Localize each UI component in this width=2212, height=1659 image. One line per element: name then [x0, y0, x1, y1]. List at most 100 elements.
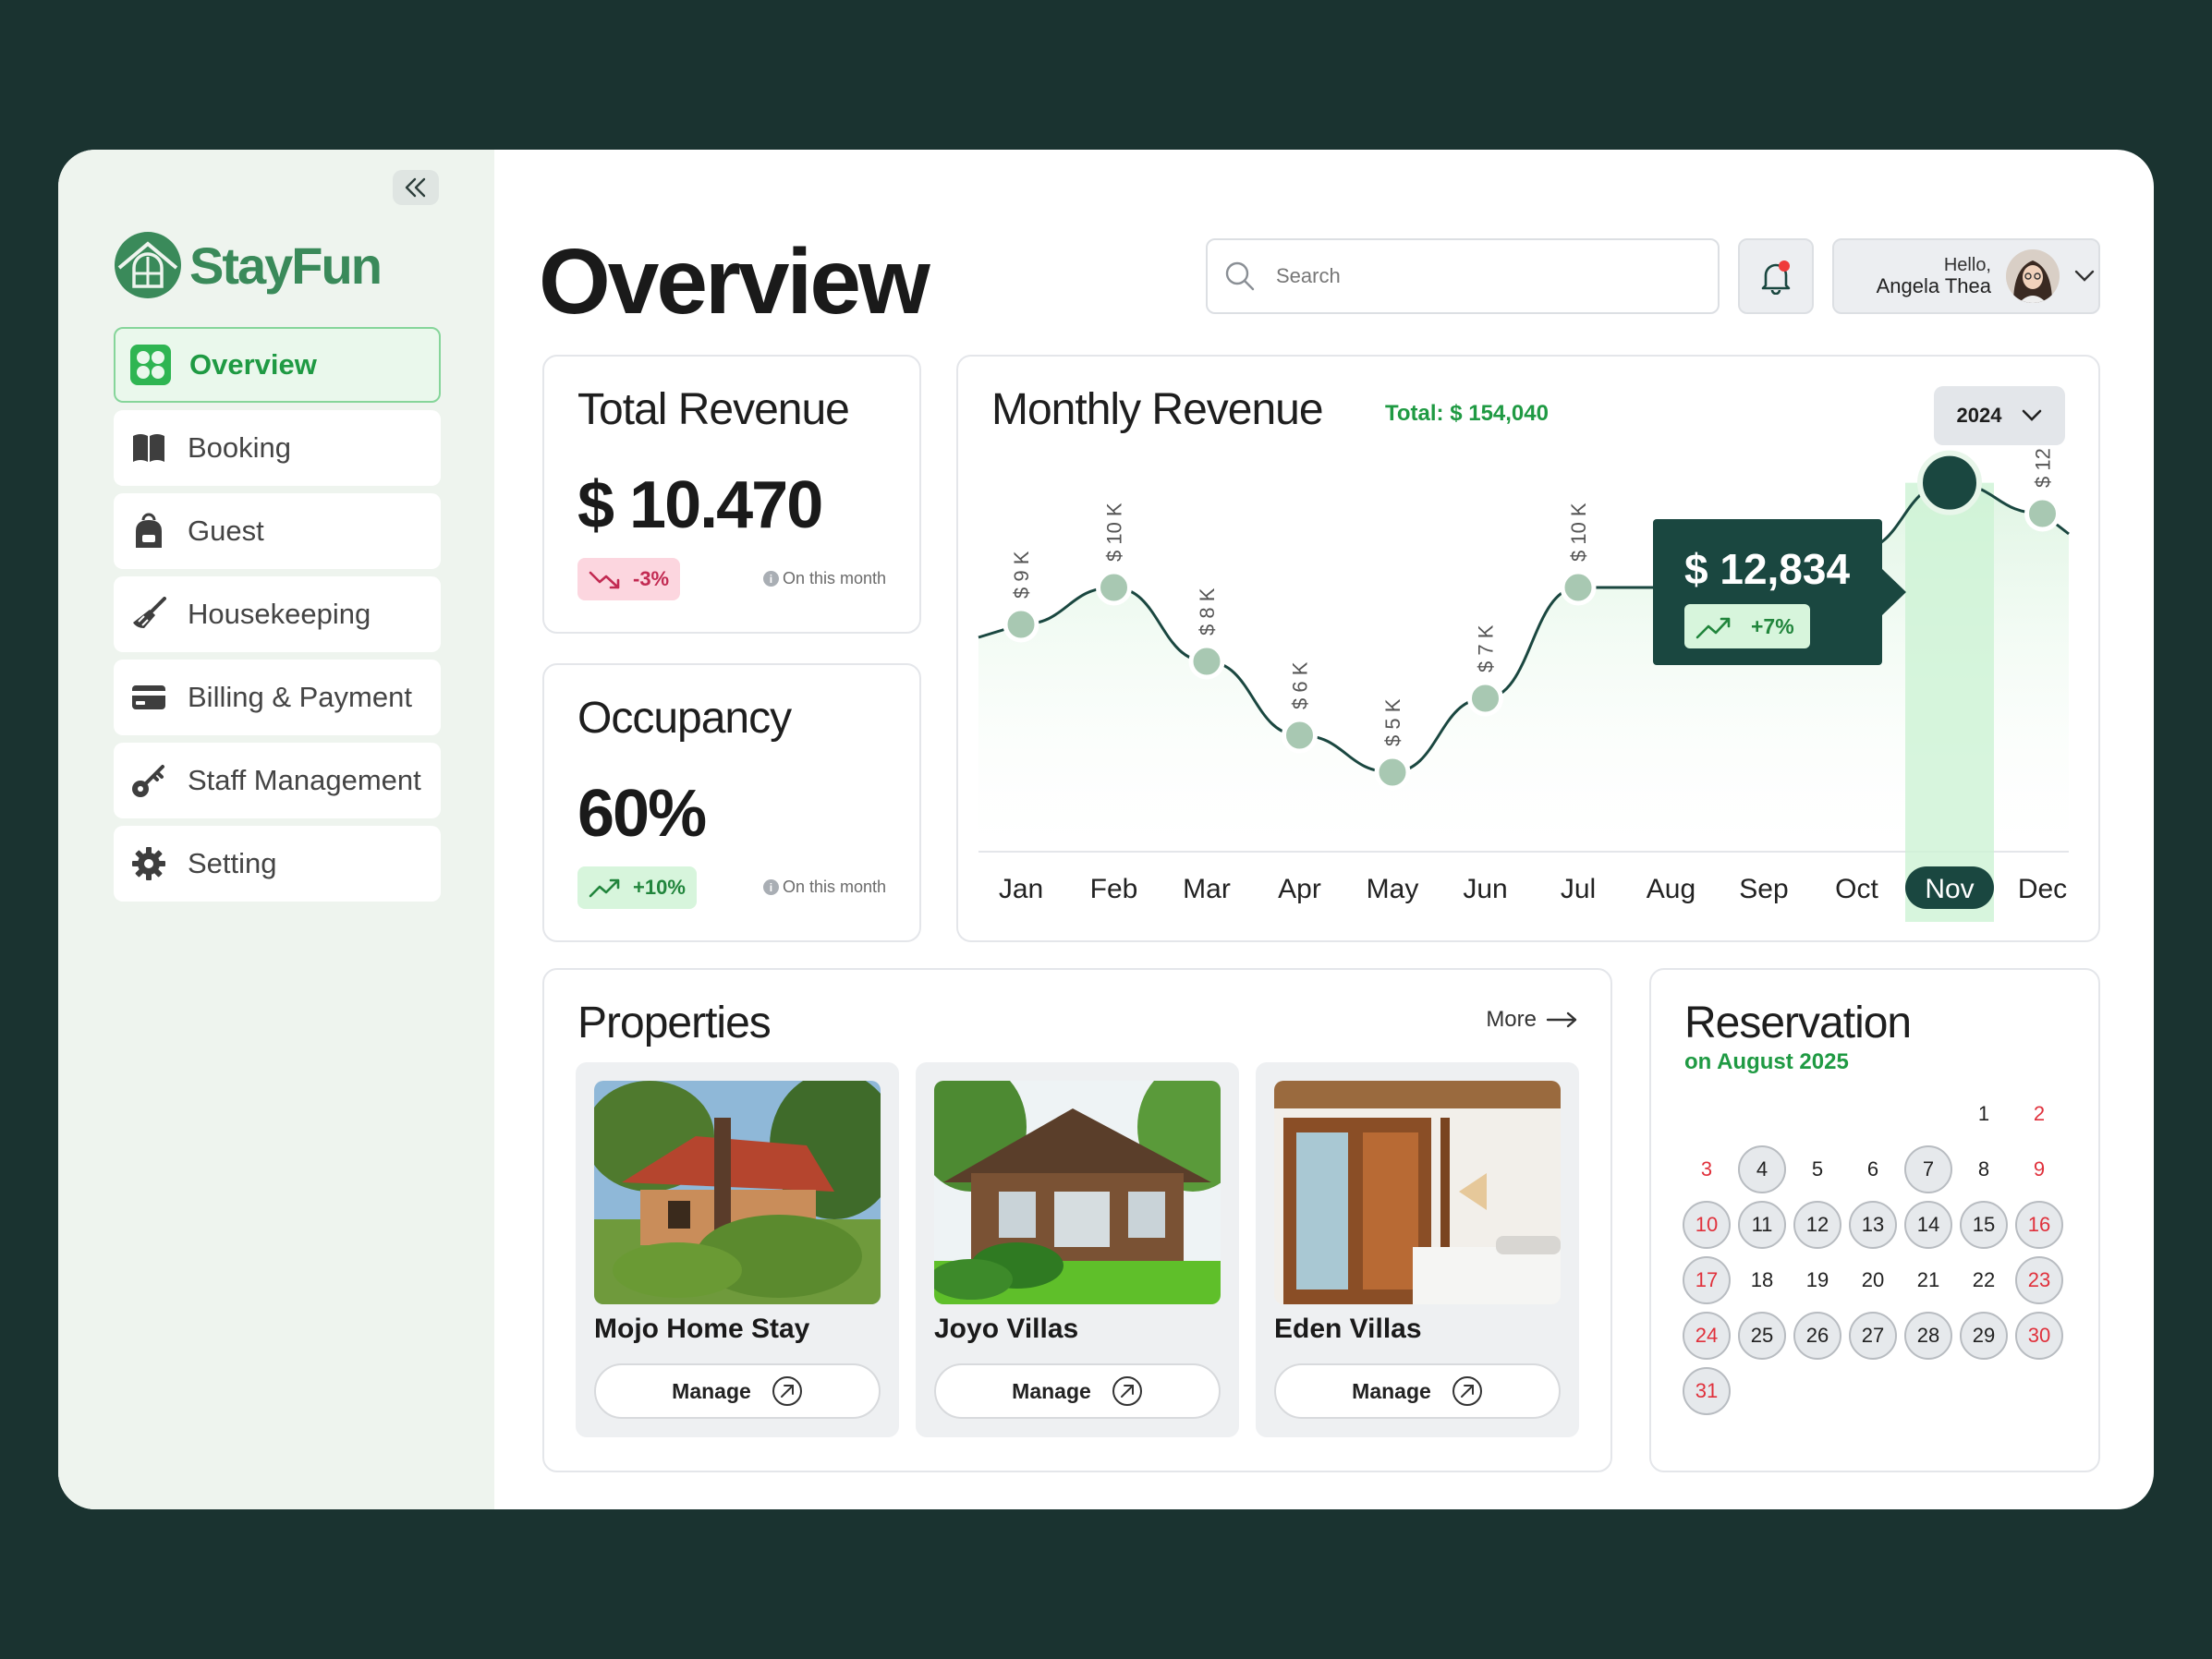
calendar-day[interactable]: 12 [1793, 1201, 1841, 1249]
calendar-day[interactable]: 17 [1683, 1256, 1731, 1304]
calendar-day[interactable]: 23 [2015, 1256, 2063, 1304]
calendar-day[interactable]: 26 [1793, 1312, 1841, 1360]
sidebar-item-label: Guest [188, 515, 264, 547]
data-label: $ 10 K [1103, 503, 1126, 562]
calendar-day[interactable]: 6 [1849, 1145, 1897, 1193]
calendar-day[interactable]: 9 [2015, 1145, 2063, 1193]
calendar-empty-cell [1683, 1090, 1731, 1138]
calendar-day[interactable]: 10 [1683, 1201, 1731, 1249]
sidebar-item-overview[interactable]: Overview [114, 327, 441, 403]
calendar-day[interactable]: 27 [1849, 1312, 1897, 1360]
data-point [1188, 643, 1225, 680]
sidebar-item-guest[interactable]: Guest [114, 493, 441, 569]
user-greeting: Hello, Angela Thea [1871, 255, 1991, 297]
data-label: $ 6 K [1289, 661, 1312, 709]
info-icon: i [762, 571, 779, 587]
month-label: Aug [1647, 874, 1695, 904]
data-point [1096, 569, 1132, 606]
manage-button[interactable]: Manage [594, 1363, 881, 1419]
month-label: Feb [1090, 874, 1138, 904]
data-point [1374, 754, 1411, 791]
monthly-revenue-card: $ 9 K $ 10 K $ 8 K $ 6 K $ 5 K $ 7 K $ 10 K $ 1… [956, 355, 2100, 942]
revenue-chart: $ 9 K $ 10 K $ 8 K $ 6 K $ 5 K $ 7 K $ 10 K $ 1… [978, 429, 2070, 922]
sidebar-item-label: Setting [188, 847, 277, 879]
sidebar-item-setting[interactable]: Setting [114, 826, 441, 902]
calendar-day[interactable]: 20 [1849, 1256, 1897, 1304]
data-label: $ 5 K [1381, 698, 1404, 746]
calendar-day[interactable]: 1 [1960, 1090, 2008, 1138]
collapse-sidebar-button[interactable] [393, 170, 439, 205]
search-input[interactable] [1276, 264, 1683, 288]
note-text: On this month [782, 878, 886, 896]
calendar-day[interactable]: 31 [1683, 1367, 1731, 1415]
occupancy-change-badge: +10% [577, 866, 697, 909]
manage-button[interactable]: Manage [934, 1363, 1221, 1419]
manage-label: Manage [672, 1378, 751, 1403]
calendar-day[interactable]: 11 [1738, 1201, 1786, 1249]
calendar-day[interactable]: 29 [1960, 1312, 2008, 1360]
calendar-day[interactable]: 24 [1683, 1312, 1731, 1360]
card-title: Properties [577, 999, 772, 1047]
card-title: Reservation [1684, 999, 1912, 1047]
month-label: Mar [1183, 874, 1231, 904]
search-box[interactable] [1206, 238, 1720, 314]
calendar-day[interactable]: 18 [1738, 1256, 1786, 1304]
sidebar-item-housekeeping[interactable]: Housekeeping [114, 576, 441, 652]
month-label: Dec [2018, 874, 2067, 904]
calendar-day[interactable]: 8 [1960, 1145, 2008, 1193]
change-value: -3% [633, 567, 670, 590]
user-profile-menu[interactable]: Hello, Angela Thea [1832, 238, 2100, 314]
calendar-day[interactable]: 5 [1793, 1145, 1841, 1193]
sidebar-item-booking[interactable]: Booking [114, 410, 441, 486]
calendar-day[interactable]: 3 [1683, 1145, 1731, 1193]
data-label: $ 7 K [1475, 624, 1498, 672]
trend-down-icon [589, 571, 620, 589]
calendar-day[interactable]: 7 [1904, 1145, 1952, 1193]
property-card[interactable]: Eden Villas Manage [1256, 1062, 1579, 1437]
grid-icon [130, 345, 171, 385]
trend-up-icon [589, 878, 620, 898]
chevron-down-icon [2074, 270, 2095, 282]
card-icon [128, 677, 169, 718]
sidebar-item-billing[interactable]: Billing & Payment [114, 660, 441, 735]
month-label: May [1367, 874, 1419, 904]
calendar-day[interactable]: 30 [2015, 1312, 2063, 1360]
calendar-day[interactable]: 28 [1904, 1312, 1952, 1360]
data-point [1467, 680, 1503, 717]
calendar-day[interactable]: 13 [1849, 1201, 1897, 1249]
calendar-day[interactable]: 21 [1904, 1256, 1952, 1304]
sidebar-item-label: Billing & Payment [188, 681, 412, 713]
reservation-card: Reservation on August 2025 1 2 3 4 5 6 7 8 9 10 11… [1649, 968, 2100, 1472]
property-card[interactable]: Mojo Home Stay Manage [576, 1062, 899, 1437]
manage-label: Manage [1012, 1378, 1091, 1403]
property-card[interactable]: Joyo Villas Manage [916, 1062, 1239, 1437]
calendar-day[interactable]: 19 [1793, 1256, 1841, 1304]
calendar-empty-cell [1738, 1090, 1786, 1138]
total-revenue-value: $ 10.470 [577, 468, 823, 542]
more-link[interactable]: More [1486, 1007, 1579, 1033]
card-title: Total Revenue [577, 385, 850, 434]
gear-icon [128, 843, 169, 884]
period-note: i On this month [762, 569, 886, 588]
month-label: Jul [1561, 874, 1596, 904]
brand-logo[interactable]: StayFun [114, 231, 383, 299]
calendar-day[interactable]: 16 [2015, 1201, 2063, 1249]
user-name: Angela Thea [1876, 273, 1991, 297]
tooltip-change: +7% [1751, 614, 1794, 638]
tooltip-value: $ 12,834 [1684, 545, 1850, 593]
calendar-day[interactable]: 25 [1738, 1312, 1786, 1360]
year-select[interactable]: 2024 [1934, 386, 2065, 445]
calendar-day[interactable]: 2 [2015, 1090, 2063, 1138]
manage-button[interactable]: Manage [1274, 1363, 1561, 1419]
manage-label: Manage [1352, 1378, 1431, 1403]
calendar-day[interactable]: 4 [1738, 1145, 1786, 1193]
card-title: Occupancy [577, 694, 792, 743]
calendar-day[interactable]: 15 [1960, 1201, 2008, 1249]
calendar-empty-cell [1904, 1090, 1952, 1138]
calendar-day[interactable]: 14 [1904, 1201, 1952, 1249]
calendar-day[interactable]: 22 [1960, 1256, 2008, 1304]
notifications-button[interactable] [1738, 238, 1814, 314]
key-icon [128, 760, 169, 801]
property-photo [934, 1081, 1221, 1304]
sidebar-item-staff-management[interactable]: Staff Management [114, 743, 441, 818]
